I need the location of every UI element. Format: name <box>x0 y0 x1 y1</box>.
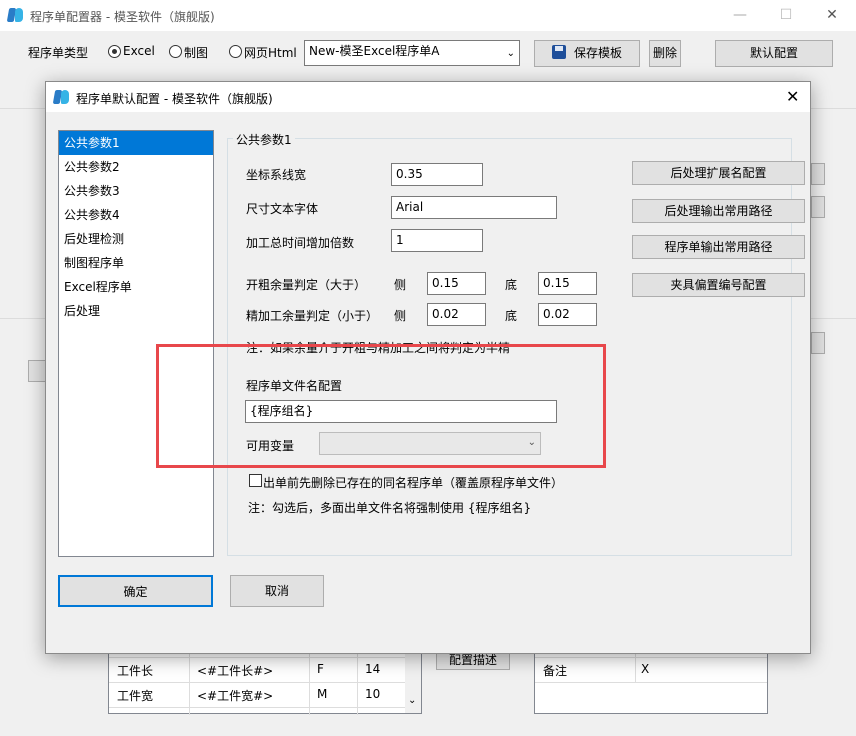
finish-margin-label: 精加工余量判定（小于） <box>246 309 379 323</box>
default-config-button[interactable]: 默认配置 <box>715 40 833 67</box>
save-disk-icon <box>551 45 566 59</box>
variables-table[interactable]: 工件长 <#工件长#> F 14 工件宽 <#工件宽#> M 10 ⌄ <box>108 650 422 715</box>
vertical-scrollbar[interactable]: ⌄ <box>405 651 421 713</box>
nav-item[interactable]: 制图程序单 <box>59 251 213 275</box>
dim-font-input[interactable]: Arial <box>391 196 557 219</box>
rough-bottom-input[interactable]: 0.15 <box>538 272 597 295</box>
nav-item[interactable]: 公共参数2 <box>59 155 213 179</box>
group-title: 公共参数1 <box>233 131 295 148</box>
rough-margin-label: 开粗余量判定（大于） <box>246 278 367 292</box>
table-row[interactable]: 工件长 <#工件长#> F 14 <box>109 661 405 683</box>
radio-excel[interactable] <box>108 45 121 58</box>
fixture-offset-button[interactable]: 夹具偏置编号配置 <box>632 273 805 297</box>
ok-button[interactable]: 确定 <box>58 575 213 607</box>
nav-item[interactable]: 公共参数3 <box>59 179 213 203</box>
chevron-down-icon: ⌄ <box>506 48 515 59</box>
close-main-button[interactable]: ✕ <box>809 0 855 31</box>
postprocess-output-path-button[interactable]: 后处理输出常用路径 <box>632 199 805 223</box>
note-value: X <box>641 662 650 676</box>
table-row[interactable]: 工件宽 <#工件宽#> M 10 <box>109 686 405 708</box>
postprocess-extension-button[interactable]: 后处理扩展名配置 <box>632 161 805 185</box>
note-label: 备注 <box>543 664 568 678</box>
save-template-button[interactable]: 保存模板 <box>534 40 640 67</box>
type-label: 程序单类型 <box>28 46 89 60</box>
template-select-value: New-模圣Excel程序单A <box>309 44 440 58</box>
rough-bottom-label: 底 <box>505 278 518 292</box>
dim-font-label: 尺寸文本字体 <box>246 202 319 216</box>
radio-excel-label[interactable]: Excel <box>123 44 155 58</box>
background-button[interactable] <box>811 163 825 185</box>
background-button[interactable] <box>811 196 825 218</box>
radio-web-label[interactable]: 网页Html <box>244 44 297 61</box>
chevron-down-icon: ⌄ <box>408 695 417 706</box>
dialog-close-button[interactable]: ✕ <box>786 87 799 106</box>
app-logo-icon <box>6 7 24 23</box>
finish-side-label: 侧 <box>394 309 407 323</box>
dialog-title-bar: 程序单默认配置 - 模圣软件（旗舰版) ✕ <box>46 82 810 112</box>
nav-item[interactable]: 公共参数1 <box>59 131 213 155</box>
rough-side-label: 侧 <box>394 278 407 292</box>
nav-item[interactable]: 后处理 <box>59 299 213 323</box>
radio-drawing[interactable] <box>169 45 182 58</box>
main-window-title: 程序单配置器 - 模圣软件（旗舰版) <box>30 10 215 24</box>
maximize-button[interactable]: ☐ <box>763 0 809 31</box>
rough-side-input[interactable]: 0.15 <box>427 272 486 295</box>
finish-side-input[interactable]: 0.02 <box>427 303 486 326</box>
program-output-path-button[interactable]: 程序单输出常用路径 <box>632 235 805 259</box>
radio-drawing-label[interactable]: 制图 <box>184 44 208 61</box>
default-config-dialog: 程序单默认配置 - 模圣软件（旗舰版) ✕ 公共参数1 公共参数2 公共参数3 … <box>45 81 811 654</box>
highlight-box <box>156 344 606 468</box>
delete-button[interactable]: 删除 <box>649 40 681 67</box>
nav-item[interactable]: 公共参数4 <box>59 203 213 227</box>
template-select[interactable]: New-模圣Excel程序单A ⌄ <box>304 40 520 66</box>
coord-width-input[interactable]: 0.35 <box>391 163 483 186</box>
time-factor-input[interactable]: 1 <box>391 229 483 252</box>
notes-table[interactable]: 备注 X <box>534 650 768 714</box>
radio-web[interactable] <box>229 45 242 58</box>
background-button[interactable] <box>28 360 46 382</box>
dialog-title: 程序单默认配置 - 模圣软件（旗舰版) <box>76 92 273 106</box>
coord-width-label: 坐标系线宽 <box>246 168 307 182</box>
main-title-bar: 程序单配置器 - 模圣软件（旗舰版) — ☐ ✕ <box>0 0 856 31</box>
delete-existing-checkbox[interactable] <box>249 474 262 487</box>
minimize-button[interactable]: — <box>717 0 763 31</box>
nav-item[interactable]: 后处理检测 <box>59 227 213 251</box>
finish-bottom-label: 底 <box>505 309 518 323</box>
time-factor-label: 加工总时间增加倍数 <box>246 236 355 250</box>
finish-bottom-input[interactable]: 0.02 <box>538 303 597 326</box>
background-button[interactable] <box>811 332 825 354</box>
cancel-button[interactable]: 取消 <box>230 575 324 607</box>
filename-note: 注：勾选后，多面出单文件名将强制使用 {程序组名} <box>248 501 532 515</box>
app-logo-icon <box>52 89 70 105</box>
nav-item[interactable]: Excel程序单 <box>59 275 213 299</box>
delete-existing-label[interactable]: 出单前先删除已存在的同名程序单（覆盖原程序单文件） <box>263 474 563 491</box>
